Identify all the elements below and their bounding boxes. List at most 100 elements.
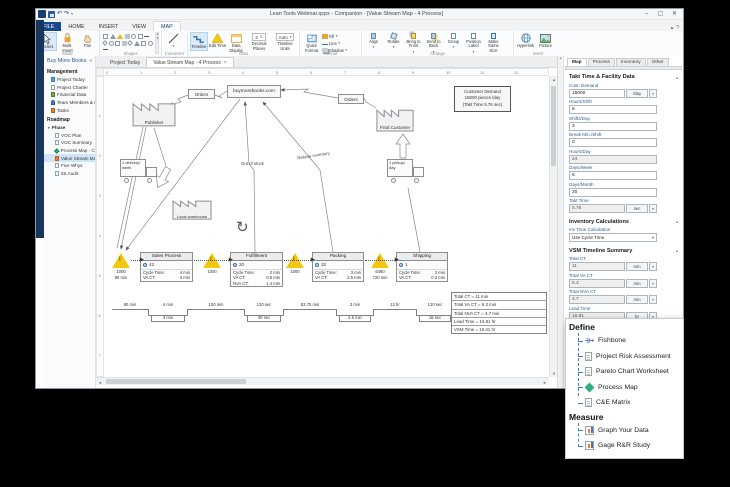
sidebar-item-five-whys[interactable]: Five Whys xyxy=(44,162,95,170)
restore-button[interactable]: ▢ xyxy=(654,10,667,19)
minimize-button[interactable]: – xyxy=(640,10,653,19)
canvas-horizontal-scrollbar[interactable]: ◄► xyxy=(96,377,549,385)
shape-icon[interactable] xyxy=(127,40,133,46)
panel-tab-inventory[interactable]: Inventory xyxy=(616,58,646,66)
orders-left-box[interactable]: Orders xyxy=(188,89,215,99)
cust-demand-input[interactable]: 15000 xyxy=(569,89,625,98)
customer-factory-shape[interactable]: Final Customer xyxy=(376,101,414,132)
tool-item-graph-your-data[interactable]: Graph Your Data xyxy=(569,423,680,439)
push-arrow[interactable]: ▶ xyxy=(131,260,140,261)
sidebar-item-value-stream-map[interactable]: Value Stream Map - 4 Process xyxy=(44,154,95,162)
push-arrow[interactable]: ▶ xyxy=(284,260,311,261)
shape-icon[interactable] xyxy=(109,41,114,46)
collapse-icon[interactable]: ▴ xyxy=(676,75,678,80)
timeline-units-select[interactable]: Auto▾ xyxy=(276,33,295,41)
app-icon[interactable] xyxy=(38,10,46,18)
panel-tab-process[interactable]: Process xyxy=(588,58,615,66)
dropdown-icon[interactable]: ▾ xyxy=(649,262,657,271)
panel-tab-other[interactable]: Other xyxy=(647,58,669,66)
vsm-summary-section-header[interactable]: VSM Timeline Summary▴ xyxy=(564,244,683,255)
sidebar-item-voc-summary[interactable]: VOC Summary xyxy=(44,139,95,147)
sidebar-item-process-map-current[interactable]: Process Map - Current State xyxy=(44,147,95,155)
timeline-button[interactable]: Timeline xyxy=(190,32,208,51)
align-button[interactable]: Align▾ xyxy=(364,32,383,49)
push-arrow[interactable]: ▶ xyxy=(365,260,395,261)
decimal-places-spinner[interactable]: 2⇅ xyxy=(252,33,265,41)
pan-button[interactable]: Pan xyxy=(78,32,97,49)
vsm-timeline[interactable]: 90 min 4 min3 min 100 min 120 sec30 sec … xyxy=(112,302,454,330)
tab-view[interactable]: VIEW xyxy=(125,22,153,31)
push-arrow[interactable]: ▶ xyxy=(194,260,229,261)
shape-icon[interactable] xyxy=(117,34,123,39)
total-va-ct-unit-select[interactable]: min xyxy=(626,279,648,288)
picture-button[interactable]: Picture xyxy=(536,32,555,49)
shape-icon[interactable] xyxy=(148,41,153,46)
shape-icon[interactable] xyxy=(103,34,108,39)
dropdown-icon[interactable]: ▾ xyxy=(649,204,657,213)
rotate-button[interactable]: Rotate▾ xyxy=(384,32,403,49)
undo-icon[interactable]: ↶ xyxy=(57,10,62,18)
tool-item-gage-rr[interactable]: Gage R&R Study xyxy=(569,438,680,454)
sidebar-item-5s-audit[interactable]: 5S Audit xyxy=(44,170,95,178)
shape-icon[interactable] xyxy=(102,40,108,46)
kaizen-loop-icon[interactable]: ↻ xyxy=(236,218,249,236)
timeline-summary-table[interactable]: Total CT = 11 min Total VA CT = 6.3 min … xyxy=(451,292,547,334)
tool-item-project-risk[interactable]: Project Risk Assessment xyxy=(569,349,680,365)
tool-item-fishbone[interactable]: Fishbone xyxy=(569,333,680,349)
process-box-sales[interactable]: Sales Process 42 Cycle Time:4 min VA CT:… xyxy=(140,252,193,282)
central-system-box[interactable]: buymorebooks.com xyxy=(227,85,281,98)
dropdown-icon[interactable]: ▾ xyxy=(649,279,657,288)
sidebar-item-team-members[interactable]: Team Members & Roles xyxy=(44,99,95,107)
dropdown-icon[interactable]: ▾ xyxy=(649,295,657,304)
inventory-section-header[interactable]: Inventory Calculations▴ xyxy=(564,215,683,226)
save-icon[interactable] xyxy=(48,11,55,18)
customer-demand-box[interactable]: Customer Demand 15000 pieces /day (Takt … xyxy=(454,86,511,112)
vsm-canvas[interactable]: Publisher Final Customer Local warehouse… xyxy=(104,76,549,377)
sidebar-item-voc-plan[interactable]: VOC Plan xyxy=(44,132,95,140)
shape-icon[interactable] xyxy=(138,34,143,39)
hours-shift-input[interactable]: 8 xyxy=(569,105,657,114)
inv-time-calc-select[interactable]: Use Cycle Time▾ xyxy=(569,233,657,242)
hyperlink-button[interactable]: Hyperlink xyxy=(516,32,535,49)
group-button[interactable]: Group▾ xyxy=(444,32,463,49)
edit-time-button[interactable]: Edit Time xyxy=(209,32,227,49)
sidebar-item-project-charter[interactable]: Project Charter xyxy=(44,84,95,92)
takt-section-header[interactable]: Takt Time & Facility Data▴ xyxy=(564,70,683,81)
connector-button[interactable]: ▾ xyxy=(164,32,183,48)
collapse-icon[interactable]: ▴ xyxy=(676,219,678,224)
out-of-stock-label[interactable]: Out of stock xyxy=(241,161,264,166)
delivery-truck-shape[interactable]: 1 delivery/ week xyxy=(120,159,158,184)
days-month-input[interactable]: 20 xyxy=(569,188,657,197)
shape-icon[interactable] xyxy=(115,41,120,46)
line-button[interactable]: Line▾ xyxy=(322,40,347,47)
shape-icon[interactable] xyxy=(110,34,116,39)
shifts-day-input[interactable]: 3 xyxy=(569,122,657,131)
total-nva-ct-unit-select[interactable]: min xyxy=(626,295,648,304)
panel-tab-map[interactable]: Map xyxy=(567,58,587,66)
shape-icon[interactable] xyxy=(125,34,130,39)
process-box-shipping[interactable]: Shipping 1 Cycle Time:2 min VA CT:0.3 mi… xyxy=(396,252,448,282)
shape-icon[interactable] xyxy=(141,41,146,46)
orders-right-box[interactable]: Orders xyxy=(338,94,364,104)
tab-close-icon[interactable]: × xyxy=(224,60,227,66)
takt-unit-select[interactable]: sec xyxy=(626,204,648,213)
break-min-input[interactable]: 0 xyxy=(569,138,657,147)
process-box-packing[interactable]: Packing 32 Cycle Time:3 min VA CT:2.5 mi… xyxy=(312,252,364,282)
tab-map[interactable]: MAP xyxy=(153,21,181,31)
sidebar-item-tasks[interactable]: Tasks xyxy=(44,106,95,114)
supplier-factory-shape[interactable]: Publisher xyxy=(132,94,176,127)
tool-item-process-map[interactable]: Process Map xyxy=(569,380,680,396)
pickup-truck-shape[interactable]: 1 pickup/ day xyxy=(387,159,425,184)
doc-tab-project-today[interactable]: Project Today xyxy=(104,58,146,67)
sidebar-collapse-icon[interactable]: « xyxy=(89,58,92,64)
canvas-vertical-scrollbar[interactable]: ▲▼ xyxy=(549,76,557,377)
tab-insert[interactable]: INSERT xyxy=(92,22,126,31)
sidebar-item-financial-data[interactable]: Financial Data xyxy=(44,91,95,99)
shape-icon[interactable] xyxy=(122,41,127,46)
close-button[interactable]: ✕ xyxy=(668,10,681,19)
doc-tab-value-stream-map[interactable]: Value Stream Map - 4 Process× xyxy=(146,57,234,67)
tool-item-ce-matrix[interactable]: C&E Matrix xyxy=(569,395,680,411)
sidebar-item-project-today[interactable]: Project Today xyxy=(44,76,95,84)
shape-icon[interactable] xyxy=(103,49,108,50)
fill-button[interactable]: Fill▾ xyxy=(322,33,347,40)
